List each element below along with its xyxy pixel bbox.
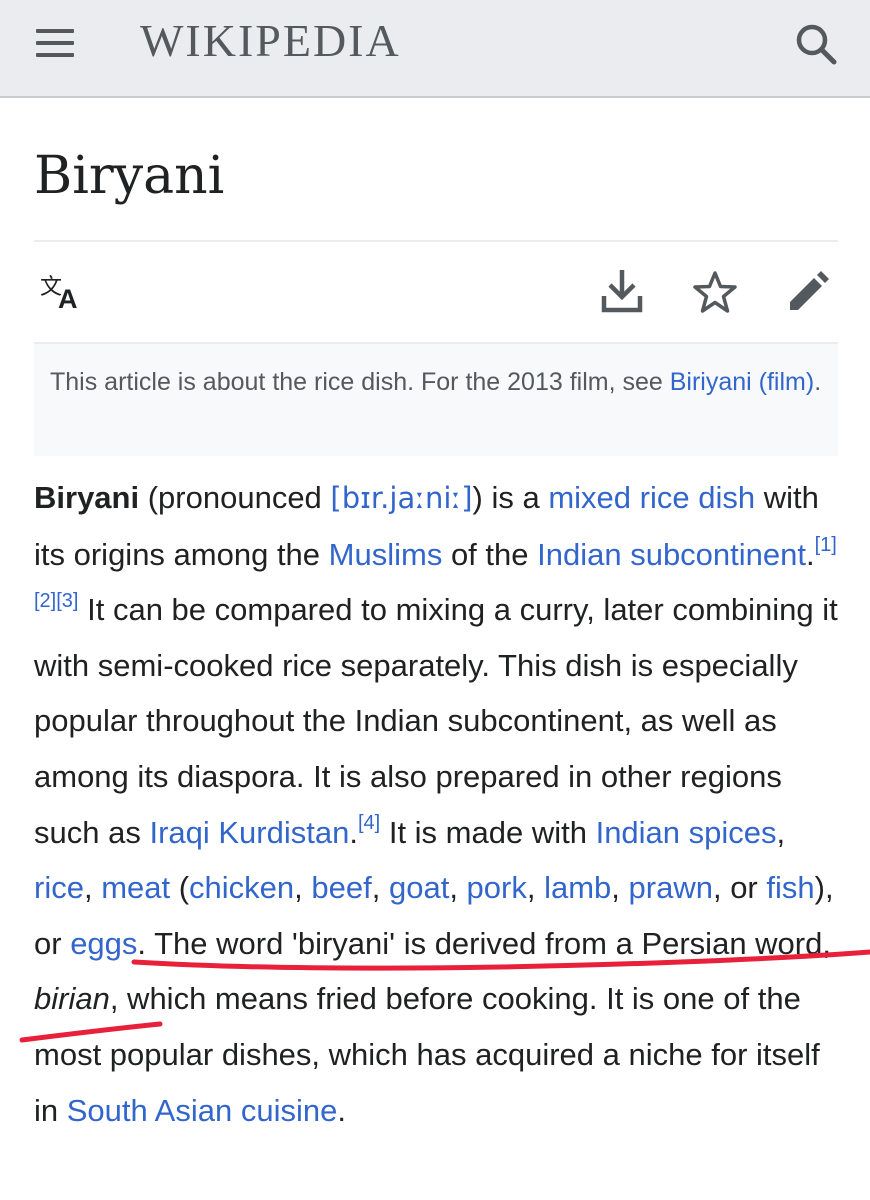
hamburger-menu-icon[interactable] bbox=[36, 27, 76, 59]
svg-text:A: A bbox=[58, 284, 78, 312]
text: . bbox=[806, 536, 815, 572]
ref-2[interactable]: [2] bbox=[34, 590, 56, 612]
edit-icon[interactable] bbox=[786, 270, 830, 314]
text: It is made with bbox=[380, 814, 596, 850]
bold-term: Biryani bbox=[34, 480, 140, 515]
text: . bbox=[337, 1092, 346, 1128]
link-lamb[interactable]: lamb bbox=[544, 870, 611, 905]
text: , bbox=[776, 814, 786, 850]
star-icon[interactable] bbox=[692, 270, 738, 314]
italic-word: birian bbox=[34, 981, 110, 1017]
link-goat[interactable]: goat bbox=[389, 870, 449, 905]
link-ipa[interactable]: [bɪr.jaːniː] bbox=[330, 481, 472, 515]
hatnote-period: . bbox=[814, 368, 822, 396]
hatnote-text: This article is about the rice dish. For… bbox=[50, 368, 670, 396]
download-icon[interactable] bbox=[600, 268, 644, 314]
text: , bbox=[526, 870, 545, 906]
link-mixed-rice-dish[interactable]: mixed rice dish bbox=[548, 480, 755, 515]
text: , bbox=[449, 870, 467, 906]
link-pork[interactable]: pork bbox=[467, 870, 527, 905]
ref-3[interactable]: [3] bbox=[56, 590, 78, 612]
top-header-bar: WIKIPEDIA bbox=[0, 0, 870, 98]
link-iraqi-kurdistan[interactable]: Iraqi Kurdistan bbox=[149, 815, 349, 850]
search-icon[interactable] bbox=[792, 20, 840, 68]
text: , or bbox=[712, 870, 767, 906]
link-indian-subcontinent[interactable]: Indian subcontinent bbox=[537, 537, 806, 572]
link-prawn[interactable]: prawn bbox=[629, 870, 713, 905]
link-indian-spices[interactable]: Indian spices bbox=[596, 815, 777, 850]
title-divider bbox=[34, 240, 838, 242]
wikipedia-wordmark[interactable]: WIKIPEDIA bbox=[140, 18, 401, 64]
text: It can be compared to mixing a curry, la… bbox=[34, 592, 838, 850]
text: , bbox=[611, 870, 629, 906]
article-paragraph: Biryani (pronounced [bɪr.jaːniː]) is a m… bbox=[34, 470, 844, 1138]
text: , bbox=[371, 870, 389, 906]
page-title: Biryani bbox=[34, 146, 225, 206]
text: ( bbox=[170, 870, 190, 906]
ref-1[interactable]: [1] bbox=[815, 534, 837, 556]
text: ) is a bbox=[472, 480, 549, 515]
text: (pronounced bbox=[139, 480, 331, 515]
link-south-asian-cuisine[interactable]: South Asian cuisine bbox=[67, 1093, 338, 1128]
link-rice[interactable]: rice bbox=[34, 870, 84, 905]
text: , bbox=[83, 870, 102, 906]
link-muslims[interactable]: Muslims bbox=[329, 537, 443, 572]
text: . bbox=[349, 814, 358, 850]
hatnote: This article is about the rice dish. For… bbox=[34, 342, 838, 456]
hatnote-link-biriyani-film[interactable]: Biriyani (film) bbox=[670, 368, 814, 396]
link-chicken[interactable]: chicken bbox=[189, 870, 294, 905]
link-meat[interactable]: meat bbox=[101, 870, 170, 905]
link-eggs[interactable]: eggs bbox=[70, 926, 137, 961]
link-fish[interactable]: fish bbox=[766, 870, 814, 905]
language-icon[interactable]: 文 A bbox=[40, 272, 88, 312]
link-beef[interactable]: beef bbox=[311, 870, 371, 905]
text: . The word 'biryani' is derived from a P… bbox=[137, 925, 831, 961]
ref-4[interactable]: [4] bbox=[358, 812, 380, 834]
text: , bbox=[294, 870, 312, 906]
text: of the bbox=[442, 536, 538, 572]
